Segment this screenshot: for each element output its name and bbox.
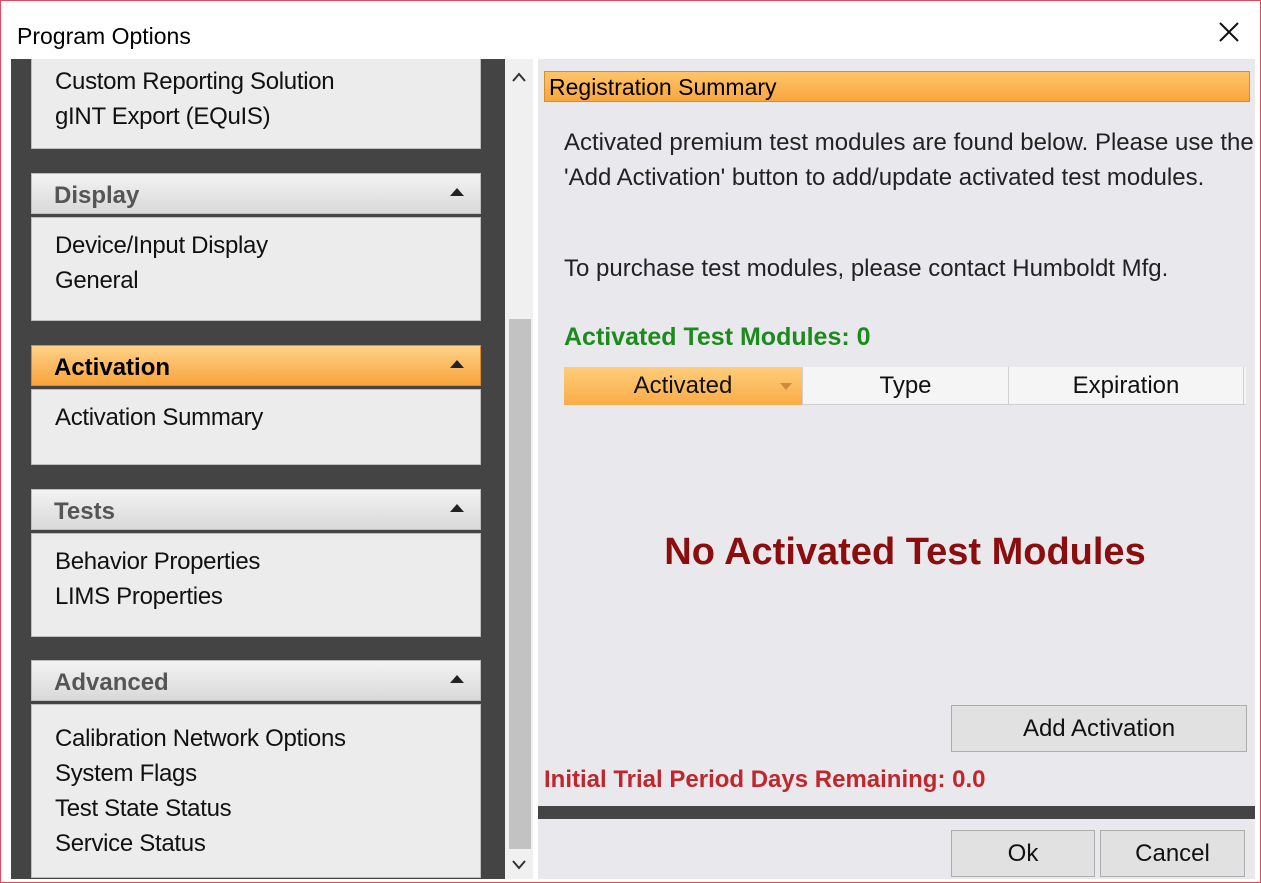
group-header-advanced[interactable]: Advanced	[31, 660, 481, 701]
empty-state-message: No Activated Test Modules	[664, 531, 1146, 573]
nav-item-calibration-network-options[interactable]: Calibration Network Options	[55, 721, 480, 756]
intro-text: Activated premium test modules are found…	[564, 129, 1254, 191]
group-body-tests: Behavior Properties LIMS Properties	[31, 533, 481, 637]
group-header-tests[interactable]: Tests	[31, 489, 481, 530]
program-options-window: Program Options Custom Reporting Solutio…	[0, 0, 1261, 883]
sort-descending-icon	[780, 383, 792, 390]
nav-item-system-flags[interactable]: System Flags	[55, 756, 480, 791]
scroll-up-button[interactable]	[505, 65, 533, 89]
column-label: Type	[879, 372, 932, 399]
nav-item-behavior-properties[interactable]: Behavior Properties	[55, 544, 480, 579]
trial-days-remaining: Initial Trial Period Days Remaining: 0.0	[544, 766, 986, 793]
group-header-activation[interactable]: Activation	[31, 345, 481, 386]
chevron-up-icon	[512, 72, 526, 82]
column-header-type[interactable]: Type	[802, 367, 1008, 405]
group-body-advanced: Calibration Network Options System Flags…	[31, 704, 481, 878]
close-icon	[1219, 22, 1239, 42]
group-body-display: Device/Input Display General	[31, 217, 481, 321]
nav-item-lims-properties[interactable]: LIMS Properties	[55, 579, 480, 614]
collapse-arrow-icon	[450, 188, 464, 196]
scroll-thumb[interactable]	[509, 319, 531, 849]
group-body-activation: Activation Summary	[31, 389, 481, 465]
navigation-scrollbar[interactable]	[505, 59, 533, 879]
activated-modules-count: Activated Test Modules: 0	[564, 323, 871, 351]
collapse-arrow-icon	[450, 675, 464, 683]
collapse-arrow-icon	[450, 360, 464, 368]
nav-item-service-status[interactable]: Service Status	[55, 826, 480, 861]
group-label-advanced: Advanced	[54, 669, 169, 696]
nav-item-activation-summary[interactable]: Activation Summary	[55, 400, 480, 435]
group-label-tests: Tests	[54, 498, 115, 525]
window-title: Program Options	[17, 23, 191, 49]
column-header-expiration[interactable]: Expiration	[1008, 367, 1244, 405]
collapse-arrow-icon	[450, 504, 464, 512]
cancel-button[interactable]: Cancel	[1100, 830, 1245, 877]
nav-item-device-input-display[interactable]: Device/Input Display	[55, 228, 480, 263]
nav-item-general[interactable]: General	[55, 263, 480, 298]
options-navigation: Custom Reporting Solution gINT Export (E…	[11, 59, 505, 879]
group-header-display[interactable]: Display	[31, 173, 481, 214]
nav-item-gint-export[interactable]: gINT Export (EQuIS)	[55, 99, 480, 134]
modules-table-header: Activated Type Expiration	[564, 367, 1246, 405]
scroll-down-button[interactable]	[505, 853, 533, 877]
nav-item-test-state-status[interactable]: Test State Status	[55, 791, 480, 826]
add-activation-button[interactable]: Add Activation	[951, 705, 1247, 752]
footer-divider	[538, 806, 1255, 819]
registration-panel: Registration Summary Activated premium t…	[538, 59, 1255, 879]
ok-button[interactable]: Ok	[951, 830, 1095, 877]
nav-item-custom-reporting[interactable]: Custom Reporting Solution	[55, 64, 480, 99]
column-header-activated[interactable]: Activated	[564, 367, 802, 405]
title-bar: Program Options	[1, 1, 1260, 59]
column-label: Expiration	[1072, 372, 1180, 399]
section-header: Registration Summary	[544, 71, 1250, 102]
column-label: Activated	[633, 372, 733, 399]
chevron-down-icon	[512, 860, 526, 870]
group-label-activation: Activation	[54, 354, 171, 381]
group-body-reporting: Custom Reporting Solution gINT Export (E…	[31, 59, 481, 149]
purchase-text: To purchase test modules, please contact…	[564, 255, 1169, 282]
group-label-display: Display	[54, 182, 140, 209]
close-button[interactable]	[1212, 15, 1246, 49]
